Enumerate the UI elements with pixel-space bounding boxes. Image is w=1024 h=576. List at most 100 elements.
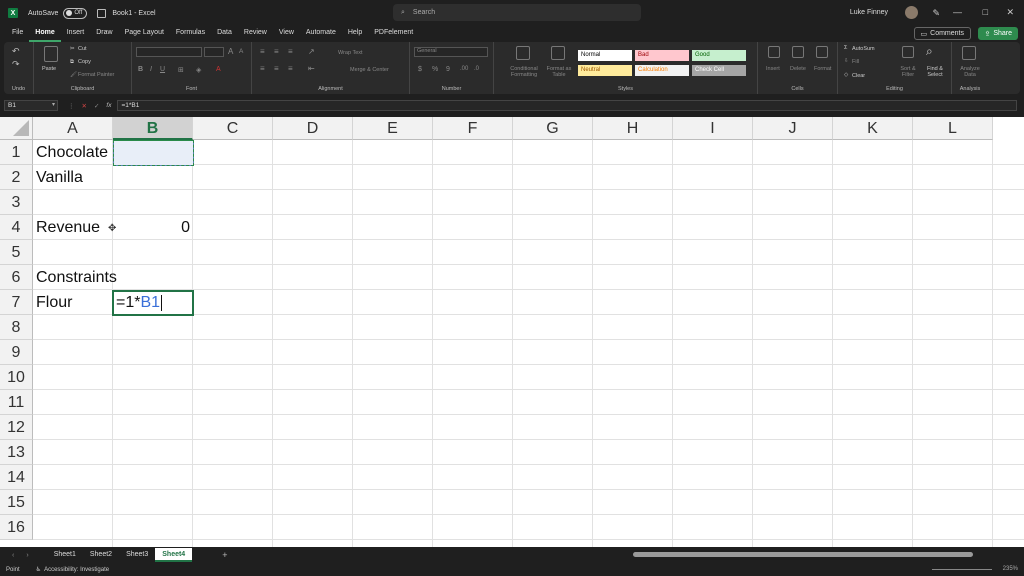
tab-formulas[interactable]: Formulas <box>170 26 211 42</box>
zoom-level[interactable]: 235% <box>1003 566 1018 572</box>
style-neutral[interactable]: Neutral <box>578 65 632 76</box>
tab-home[interactable]: Home <box>29 26 61 42</box>
font-name-select[interactable] <box>136 47 202 57</box>
column-header-i[interactable]: I <box>673 117 753 140</box>
tab-file[interactable]: File <box>6 26 29 42</box>
column-header-c[interactable]: C <box>193 117 273 140</box>
sheet-tab-3[interactable]: Sheet3 <box>119 548 155 562</box>
increase-decimal-icon[interactable]: .00 <box>460 66 468 72</box>
style-normal[interactable]: Normal <box>578 50 632 61</box>
pen-icon[interactable]: ✎ <box>932 8 940 19</box>
prev-sheet-icon[interactable]: ‹ <box>12 552 14 559</box>
merge-center-button[interactable]: Merge & Center <box>350 67 389 73</box>
analyze-data-button[interactable]: Analyze Data <box>956 66 984 78</box>
column-header-f[interactable]: F <box>433 117 513 140</box>
delete-cells-button[interactable]: Delete <box>790 66 806 72</box>
redo-icon[interactable]: ↷ <box>12 59 20 70</box>
orientation-icon[interactable]: ↗ <box>308 47 315 56</box>
add-sheet-icon[interactable]: + <box>222 550 227 560</box>
align-left-icon[interactable]: ≡ <box>260 64 265 73</box>
align-right-icon[interactable]: ≡ <box>288 64 293 73</box>
row-header-12[interactable]: 12 <box>0 415 33 440</box>
insert-cells-button[interactable]: Insert <box>766 66 780 72</box>
align-bottom-icon[interactable]: ≡ <box>288 47 293 56</box>
font-color-icon[interactable]: A <box>216 66 221 73</box>
column-header-a[interactable]: A <box>33 117 113 140</box>
save-icon[interactable] <box>97 8 107 18</box>
paste-button[interactable]: Paste <box>42 66 56 72</box>
cell-a2[interactable]: Vanilla <box>33 165 83 190</box>
cell-a7[interactable]: Flour <box>33 290 72 315</box>
find-select-button[interactable]: Find & Select <box>922 66 948 78</box>
shrink-font-icon[interactable]: A <box>239 48 243 55</box>
row-header-13[interactable]: 13 <box>0 440 33 465</box>
tab-view[interactable]: View <box>273 26 300 42</box>
spreadsheet-grid[interactable]: ABCDEFGHIJKL 1 2 3 4 5 6 7 8 9 10 11 12 13 14 15 16 Cho… <box>0 117 1024 547</box>
copy-button[interactable]: Copy <box>78 59 91 65</box>
column-header-h[interactable]: H <box>593 117 673 140</box>
minimize-icon[interactable]: — <box>953 7 962 17</box>
row-header-5[interactable]: 5 <box>0 240 33 265</box>
align-center-icon[interactable]: ≡ <box>274 64 279 73</box>
insert-function-icon[interactable]: fx <box>106 102 111 109</box>
row-header-6[interactable]: 6 <box>0 265 33 290</box>
fill-button[interactable]: Fill <box>852 59 859 65</box>
cell-b4[interactable]: 0 <box>113 215 193 240</box>
row-header-10[interactable]: 10 <box>0 365 33 390</box>
fill-color-icon[interactable]: ◈ <box>196 66 201 74</box>
close-icon[interactable]: ✕ <box>1006 7 1014 18</box>
autosave-toggle[interactable]: Off <box>63 7 88 19</box>
format-table-button[interactable]: Format as Table <box>542 66 576 78</box>
share-button[interactable]: ⇪ Share <box>978 27 1018 40</box>
formula-input[interactable]: =1*B1 <box>117 100 1018 111</box>
horizontal-scrollbar[interactable] <box>633 552 973 557</box>
align-top-icon[interactable]: ≡ <box>260 47 265 56</box>
row-header-16[interactable]: 16 <box>0 515 33 540</box>
tab-help[interactable]: Help <box>342 26 368 42</box>
cell-a1[interactable]: Chocolate <box>33 140 108 165</box>
name-box[interactable]: B1 <box>4 100 58 111</box>
grow-font-icon[interactable]: A <box>228 47 233 56</box>
italic-icon[interactable]: I <box>150 66 152 73</box>
paste-icon[interactable] <box>44 46 58 62</box>
style-good[interactable]: Good <box>692 50 746 61</box>
comma-icon[interactable]: 9 <box>446 66 450 73</box>
cell-b7-editor[interactable]: =1*B1 <box>112 290 194 316</box>
autosum-button[interactable]: AutoSum <box>852 46 875 52</box>
tab-data[interactable]: Data <box>211 26 238 42</box>
tab-page-layout[interactable]: Page Layout <box>119 26 170 42</box>
row-header-11[interactable]: 11 <box>0 390 33 415</box>
format-cells-button[interactable]: Format <box>814 66 831 72</box>
accessibility-status[interactable]: ♿ Accessibility: Investigate <box>36 566 109 574</box>
column-header-k[interactable]: K <box>833 117 913 140</box>
number-format-select[interactable]: General <box>414 47 488 57</box>
cell-a4[interactable]: Revenue <box>33 215 100 240</box>
zoom-slider[interactable] <box>932 569 992 570</box>
column-header-g[interactable]: G <box>513 117 593 140</box>
conditional-formatting-icon[interactable] <box>516 46 530 60</box>
format-table-icon[interactable] <box>551 46 565 60</box>
decrease-decimal-icon[interactable]: .0 <box>474 66 479 72</box>
style-bad[interactable]: Bad <box>635 50 689 61</box>
currency-icon[interactable]: $ <box>418 66 422 73</box>
column-header-l[interactable]: L <box>913 117 993 140</box>
tab-review[interactable]: Review <box>238 26 273 42</box>
tab-pdfelement[interactable]: PDFelement <box>368 26 419 42</box>
search-input[interactable]: ⌕ Search <box>393 4 641 21</box>
underline-icon[interactable]: U <box>160 66 165 73</box>
cut-button[interactable]: Cut <box>78 46 87 52</box>
analyze-data-icon[interactable] <box>962 46 976 60</box>
tab-automate[interactable]: Automate <box>300 26 342 42</box>
bold-icon[interactable]: B <box>138 66 143 73</box>
wrap-text-button[interactable]: Wrap Text <box>338 50 363 56</box>
tab-draw[interactable]: Draw <box>90 26 118 42</box>
sheet-tab-1[interactable]: Sheet1 <box>47 548 83 562</box>
next-sheet-icon[interactable]: › <box>26 552 28 559</box>
cell-a6[interactable]: Constraints <box>33 265 117 290</box>
insert-cells-icon[interactable] <box>768 46 780 58</box>
row-header-9[interactable]: 9 <box>0 340 33 365</box>
row-header-7[interactable]: 7 <box>0 290 33 315</box>
magnifier-icon[interactable]: ⌕ <box>926 44 933 59</box>
clear-button[interactable]: Clear <box>852 73 865 79</box>
undo-icon[interactable]: ↶ <box>12 46 20 57</box>
